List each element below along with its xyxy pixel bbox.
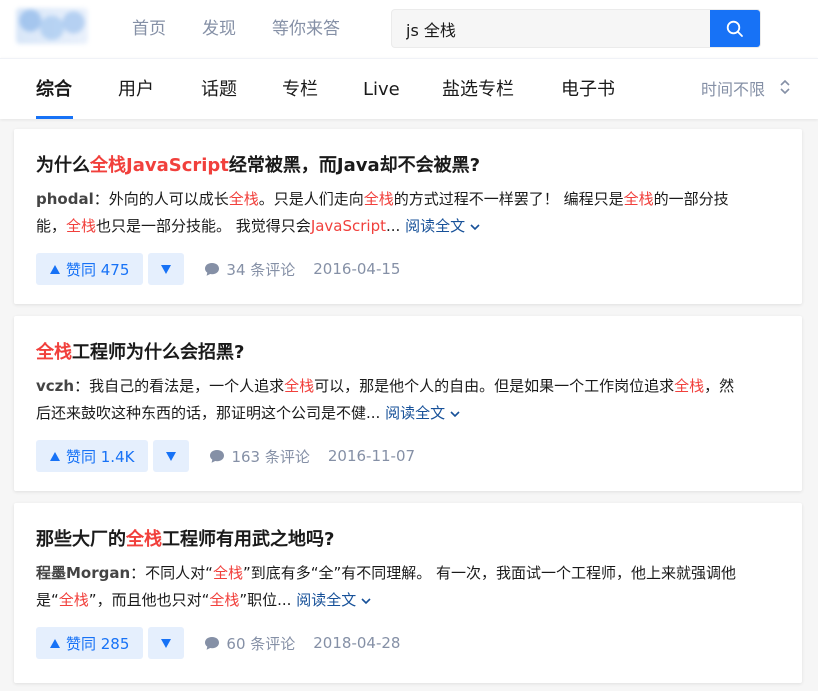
chevron-down-icon [470, 224, 480, 231]
read-more-link[interactable]: 阅读全文 [385, 404, 461, 422]
result-title[interactable]: 为什么全栈JavaScript经常被黑，而Java却不会被黑? [36, 153, 480, 179]
nav-discover[interactable]: 发现 [202, 17, 236, 41]
comments-button[interactable]: 60 条评论 [204, 633, 295, 654]
result-actions: 赞同 285 60 条评论 2018-04-28 [36, 627, 400, 659]
result-actions: 赞同 1.4K 163 条评论 2016-11-07 [36, 440, 415, 472]
logo[interactable] [16, 8, 88, 44]
downvote-button[interactable] [148, 253, 185, 285]
updown-arrow-icon [779, 79, 791, 101]
downvote-button[interactable] [153, 440, 190, 472]
tab-ebooks[interactable]: 电子书 [561, 78, 615, 102]
comment-bubble-icon [205, 636, 220, 650]
author-name: phodal [36, 190, 94, 208]
result-excerpt[interactable]: 程墨Morgan：不同人对“全栈”到底有多“全”有不同理解。 有一次，我面试一个… [36, 560, 786, 614]
read-more-link[interactable]: 阅读全文 [296, 591, 372, 609]
search-icon [726, 20, 743, 37]
tab-general[interactable]: 综合 [36, 78, 72, 102]
result-excerpt[interactable]: vczh：我自己的看法是，一个人追求全栈可以，那是他个人的自由。但是如果一个工作… [36, 373, 786, 427]
triangle-down-icon [161, 638, 172, 648]
result-title[interactable]: 全栈工程师为什么会招黑? [36, 340, 244, 366]
downvote-button[interactable] [148, 627, 185, 659]
nav-home[interactable]: 首页 [132, 17, 166, 41]
active-tab-indicator [36, 116, 73, 119]
time-filter-select[interactable]: 时间不限 [701, 79, 791, 101]
author-name: 程墨Morgan [36, 564, 131, 582]
read-more-link[interactable]: 阅读全文 [405, 217, 481, 235]
result-actions: 赞同 475 34 条评论 2016-04-15 [36, 253, 400, 285]
comment-bubble-icon [205, 262, 220, 276]
search-box [391, 9, 761, 48]
triangle-up-icon [50, 638, 60, 648]
comments-button[interactable]: 163 条评论 [209, 446, 310, 467]
search-type-tabs: 综合 用户 话题 专栏 Live 盐选专栏 电子书 时间不限 [0, 58, 818, 119]
tab-users[interactable]: 用户 [118, 78, 154, 102]
upvote-button[interactable]: 赞同 475 [36, 253, 144, 285]
comments-button[interactable]: 34 条评论 [204, 259, 295, 280]
chevron-down-icon [450, 411, 460, 418]
upvote-button[interactable]: 赞同 285 [36, 627, 144, 659]
chevron-down-icon [361, 598, 371, 605]
time-filter-label: 时间不限 [701, 80, 766, 99]
tab-topics[interactable]: 话题 [201, 78, 237, 102]
nav-waiting-answers[interactable]: 等你来答 [272, 17, 340, 41]
search-button[interactable] [710, 10, 760, 47]
tab-columns[interactable]: 专栏 [282, 78, 318, 102]
result-card: 为什么全栈JavaScript经常被黑，而Java却不会被黑? phodal：外… [14, 129, 802, 304]
author-name: vczh [36, 377, 75, 395]
comment-bubble-icon [210, 449, 225, 463]
top-header: 首页 发现 等你来答 [0, 0, 818, 58]
upvote-button[interactable]: 赞同 1.4K [36, 440, 149, 472]
result-card: 全栈工程师为什么会招黑? vczh：我自己的看法是，一个人追求全栈可以，那是他个… [14, 316, 802, 491]
triangle-down-icon [166, 451, 177, 461]
post-date: 2018-04-28 [313, 634, 401, 652]
tab-salt-columns[interactable]: 盐选专栏 [442, 78, 514, 102]
top-nav: 首页 发现 等你来答 [132, 17, 376, 41]
triangle-down-icon [161, 264, 172, 274]
result-title[interactable]: 那些大厂的全栈工程师有用武之地吗? [36, 527, 334, 553]
tab-live[interactable]: Live [363, 78, 400, 102]
triangle-up-icon [50, 264, 60, 274]
result-card: 那些大厂的全栈工程师有用武之地吗? 程墨Morgan：不同人对“全栈”到底有多“… [14, 503, 802, 683]
triangle-up-icon [50, 451, 60, 461]
search-input[interactable] [392, 10, 710, 47]
post-date: 2016-04-15 [313, 260, 401, 278]
result-excerpt[interactable]: phodal：外向的人可以成长全栈。只是人们走向全栈的方式过程不一样罢了！ 编程… [36, 186, 786, 240]
post-date: 2016-11-07 [327, 447, 416, 465]
